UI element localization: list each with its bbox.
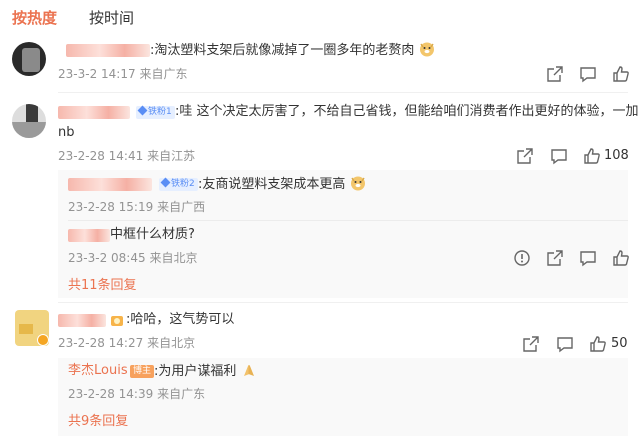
comment-meta: 23-3-2 14:17 来自广东 [58, 67, 188, 81]
diamond-icon [160, 177, 171, 188]
more-replies-link[interactable]: 共9条回复 [68, 413, 128, 431]
comment-text-continued: nb [58, 125, 75, 140]
divider [58, 302, 628, 303]
comment-text: :哈哈，这气势可以 [126, 312, 235, 327]
reply-meta: 23-2-28 15:19 来自广西 [68, 200, 206, 214]
username-blurred[interactable] [68, 229, 110, 242]
comment-text: :哇 这个决定太厉害了，不给自己省钱，但能给咱们消费者作出更好的体验，一加 [175, 104, 639, 119]
diamond-icon [137, 105, 148, 116]
divider [68, 220, 628, 221]
like-count: 50 [611, 336, 628, 351]
avatar[interactable] [12, 104, 46, 138]
reply-meta: 23-2-28 14:39 来自广东 [68, 387, 206, 401]
comment-icon[interactable] [556, 335, 574, 353]
avatar[interactable] [12, 42, 46, 76]
username-blurred[interactable] [68, 178, 152, 191]
doge-emoji-icon [350, 176, 365, 191]
reply-text: 中框什么材质? [110, 227, 195, 242]
verified-badge-icon [37, 334, 49, 346]
like-icon[interactable] [612, 249, 630, 267]
like-count: 108 [604, 148, 629, 163]
share-icon[interactable] [546, 249, 564, 267]
like-icon[interactable] [583, 147, 601, 165]
comment-meta: 23-2-28 14:27 来自北京 [58, 336, 196, 350]
like-icon[interactable] [612, 65, 630, 83]
username-blurred[interactable] [58, 314, 106, 327]
fan-badge: 铁粉1 [136, 105, 175, 119]
comment-meta: 23-2-28 14:41 来自江苏 [58, 149, 196, 163]
sort-tabs: 按热度 按时间 [12, 6, 134, 30]
avatar[interactable] [15, 310, 49, 346]
comment-text: :淘汰塑料支架后就像减掉了一圈多年的老赘肉 [150, 41, 435, 60]
praying-hands-emoji-icon [243, 365, 254, 376]
username-blurred[interactable] [58, 106, 130, 119]
tab-time[interactable]: 按时间 [89, 6, 134, 30]
share-icon[interactable] [522, 335, 540, 353]
tab-hot[interactable]: 按热度 [12, 6, 57, 30]
share-icon[interactable] [516, 147, 534, 165]
reply-meta: 23-3-2 08:45 来自北京 [68, 251, 198, 265]
reply-text: :友商说塑料支架成本更高 [198, 175, 366, 194]
fan-badge: 铁粉2 [159, 177, 198, 191]
medal-icon [111, 316, 123, 326]
reply-author[interactable]: 李杰Louis [68, 362, 128, 380]
like-icon[interactable] [589, 335, 607, 353]
comment-icon[interactable] [579, 65, 597, 83]
reply-text: :为用户谋福利 [154, 362, 257, 381]
blogger-badge: 博主 [130, 365, 155, 378]
comment-icon[interactable] [550, 147, 568, 165]
more-replies-link[interactable]: 共11条回复 [68, 277, 137, 295]
username-blurred[interactable] [66, 44, 150, 57]
share-icon[interactable] [546, 65, 564, 83]
doge-emoji-icon [419, 42, 434, 57]
comment-icon[interactable] [579, 249, 597, 267]
report-icon[interactable] [513, 249, 531, 267]
divider [58, 92, 628, 93]
